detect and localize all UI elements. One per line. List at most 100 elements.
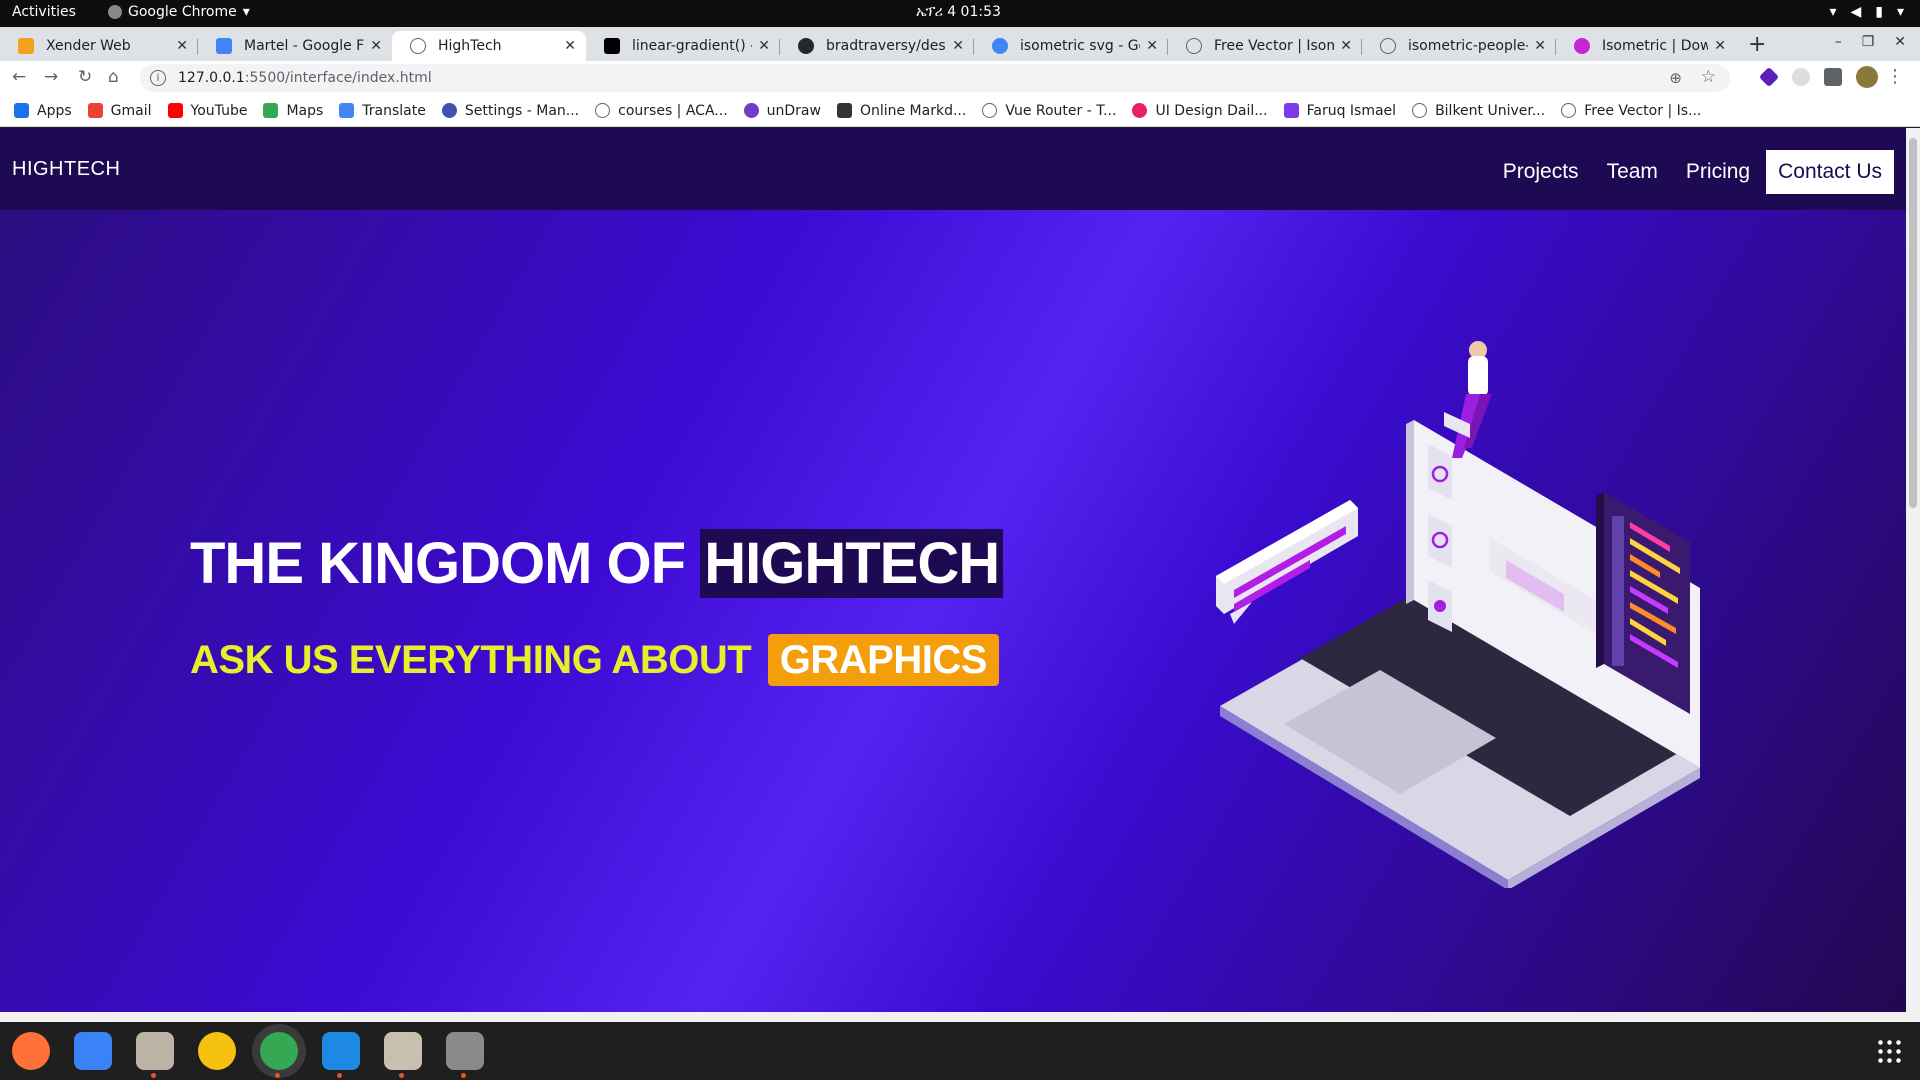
- tab-strip: Xender Web ✕ Martel - Google Fo ✕ HighTe…: [0, 27, 1920, 61]
- tab[interactable]: linear-gradient() - ✕: [586, 31, 780, 61]
- site-brand[interactable]: HIGHTECH: [12, 158, 120, 181]
- bookmark-maps[interactable]: Maps: [263, 103, 323, 119]
- close-icon[interactable]: ✕: [1714, 38, 1726, 54]
- google-icon: [992, 38, 1008, 54]
- zoom-icon[interactable]: ⊕: [1669, 69, 1682, 87]
- close-icon[interactable]: ✕: [564, 38, 576, 54]
- show-apps-icon[interactable]: [1876, 1038, 1902, 1064]
- extension-icon[interactable]: [1792, 68, 1810, 86]
- bookmark-courses[interactable]: courses | ACA...: [595, 103, 728, 119]
- puzzle-icon[interactable]: [1824, 68, 1842, 86]
- close-icon[interactable]: ✕: [1340, 38, 1352, 54]
- tab[interactable]: bradtraversy/desig ✕: [780, 31, 974, 61]
- profile-avatar[interactable]: [1856, 66, 1878, 88]
- globe-icon: [1186, 38, 1202, 54]
- dillinger-icon: [836, 103, 852, 118]
- chat-bubble-icon: [1216, 500, 1358, 624]
- browser-toolbar: ← → ↻ ⌂ i 127.0.0.1:5500/interface/index…: [0, 61, 1920, 95]
- undraw-icon: [743, 103, 759, 118]
- system-top-bar: Activities Google Chrome ▾ ኤፕሪ 4 01:53 ▾…: [0, 0, 1920, 27]
- firefox-icon[interactable]: [12, 1032, 50, 1070]
- mdn-icon: [604, 38, 620, 54]
- home-icon[interactable]: ⌂: [108, 67, 119, 87]
- wifi-icon: ▾: [1829, 4, 1837, 20]
- battery-icon: ▮: [1875, 4, 1883, 20]
- close-icon[interactable]: ✕: [176, 38, 188, 54]
- info-icon[interactable]: i: [150, 70, 166, 86]
- tab-title: isometric svg - Goo: [1020, 38, 1140, 54]
- tab-title: linear-gradient() -: [632, 38, 753, 54]
- reload-icon[interactable]: ↻: [78, 67, 92, 87]
- tab[interactable]: isometric-people-v ✕: [1362, 31, 1556, 61]
- app-name: Google Chrome: [128, 4, 237, 20]
- restore-icon[interactable]: ❐: [1862, 34, 1875, 50]
- tab[interactable]: Isometric | Downlo ✕: [1556, 31, 1736, 61]
- close-window-icon[interactable]: ✕: [1894, 34, 1906, 50]
- tab[interactable]: Free Vector | Isome ✕: [1168, 31, 1362, 61]
- hero-heading-highlight: HIGHTECH: [700, 529, 1004, 598]
- bookmark-free-vector[interactable]: Free Vector | Is...: [1561, 103, 1701, 119]
- bookmark-faruq[interactable]: Faruq Ismael: [1283, 103, 1396, 119]
- github-icon: [798, 38, 814, 54]
- bookmark-translate[interactable]: Translate: [339, 103, 426, 119]
- window-controls: – ❐ ✕: [1835, 34, 1906, 50]
- forward-icon[interactable]: →: [44, 67, 58, 87]
- close-icon[interactable]: ✕: [758, 38, 770, 54]
- contact-us-button[interactable]: Contact Us: [1766, 150, 1894, 194]
- activities-button[interactable]: Activities: [12, 4, 76, 20]
- files-icon[interactable]: [136, 1032, 174, 1078]
- bookmark-bilkent[interactable]: Bilkent Univer...: [1412, 103, 1545, 119]
- close-icon[interactable]: ✕: [952, 38, 964, 54]
- globe-icon: [1380, 38, 1396, 54]
- vertical-scrollbar[interactable]: [1906, 128, 1920, 1012]
- new-tab-button[interactable]: +: [1748, 32, 1766, 57]
- chrome-icon[interactable]: [260, 1032, 298, 1078]
- close-icon[interactable]: ✕: [1534, 38, 1546, 54]
- minimize-icon[interactable]: –: [1835, 34, 1842, 50]
- gmail-icon: [87, 103, 103, 118]
- globe-icon: [410, 38, 426, 54]
- tab-active[interactable]: HighTech ✕: [392, 31, 586, 61]
- system-tray[interactable]: ▾ ◀ ▮ ▾: [1829, 4, 1904, 20]
- back-icon[interactable]: ←: [12, 67, 26, 87]
- site-navbar: HIGHTECH Projects Team Pricing Contact U…: [0, 128, 1906, 210]
- bookmark-settings[interactable]: Settings - Man...: [441, 103, 579, 119]
- bookmark-star-icon[interactable]: ☆: [1701, 67, 1716, 87]
- rhythmbox-icon[interactable]: [198, 1032, 236, 1070]
- tab[interactable]: Martel - Google Fo ✕: [198, 31, 392, 61]
- bookmark-undraw[interactable]: unDraw: [743, 103, 821, 119]
- bookmark-youtube[interactable]: YouTube: [167, 103, 247, 119]
- globe-icon: [982, 103, 998, 118]
- tab-title: HighTech: [438, 38, 502, 54]
- scrollbar-thumb[interactable]: [1909, 138, 1917, 508]
- menu-kebab-icon[interactable]: ⋮: [1886, 66, 1904, 87]
- address-bar[interactable]: i 127.0.0.1:5500/interface/index.html ⊕ …: [140, 64, 1730, 92]
- bookmark-ui-design[interactable]: UI Design Dail...: [1132, 103, 1268, 119]
- app-menu[interactable]: Google Chrome ▾: [108, 4, 250, 20]
- vscode-icon[interactable]: [322, 1032, 360, 1078]
- horizontal-scrollbar[interactable]: [0, 1012, 1920, 1022]
- tab-title: Xender Web: [46, 38, 131, 54]
- clock[interactable]: ኤፕሪ 4 01:53: [916, 4, 1001, 20]
- xender-icon: [18, 38, 34, 54]
- bookmark-apps[interactable]: Apps: [14, 103, 72, 119]
- nav-link-pricing[interactable]: Pricing: [1686, 160, 1750, 184]
- close-icon[interactable]: ✕: [370, 38, 382, 54]
- hero-heading: THE KINGDOM OF HIGHTECH: [190, 529, 1004, 598]
- text-editor-icon[interactable]: [74, 1032, 112, 1070]
- hero-heading-text: THE KINGDOM OF: [190, 531, 701, 596]
- bookmark-markdown[interactable]: Online Markd...: [836, 103, 966, 119]
- translate-icon: [339, 103, 355, 118]
- nav-link-team[interactable]: Team: [1607, 160, 1658, 184]
- tab[interactable]: isometric svg - Goo ✕: [974, 31, 1168, 61]
- bookmark-gmail[interactable]: Gmail: [87, 103, 152, 119]
- tab[interactable]: Xender Web ✕: [0, 31, 198, 61]
- hero-subheading-text: ASK US EVERYTHING ABOUT: [190, 638, 752, 682]
- tab-title: isometric-people-v: [1408, 38, 1529, 54]
- close-icon[interactable]: ✕: [1146, 38, 1158, 54]
- nav-link-projects[interactable]: Projects: [1503, 160, 1579, 184]
- archive-icon[interactable]: [384, 1032, 422, 1078]
- bookmark-vue-router[interactable]: Vue Router - T...: [982, 103, 1116, 119]
- url-text[interactable]: 127.0.0.1:5500/interface/index.html: [178, 70, 432, 86]
- usb-drive-icon[interactable]: [446, 1032, 484, 1078]
